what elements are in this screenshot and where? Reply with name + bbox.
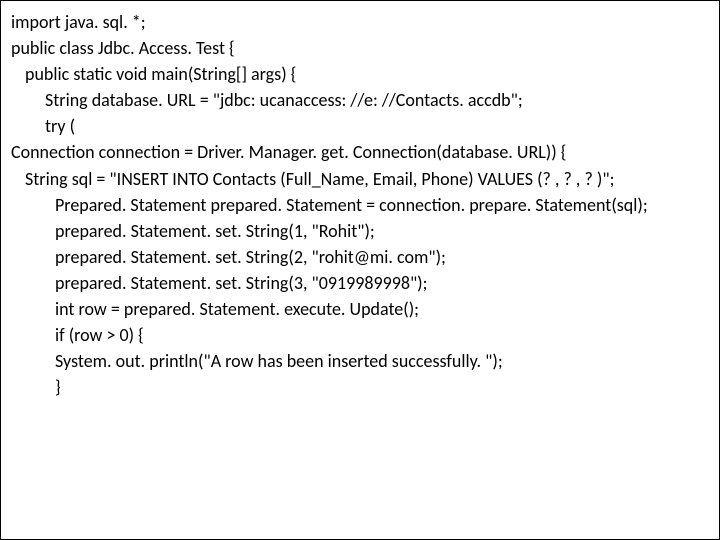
code-line: public class Jdbc. Access. Test {	[11, 35, 709, 61]
code-line: int row = prepared. Statement. execute. …	[11, 296, 709, 322]
code-line: Prepared. Statement prepared. Statement …	[11, 192, 709, 218]
code-line: String database. URL = "jdbc: ucanaccess…	[11, 87, 709, 113]
code-line: prepared. Statement. set. String(1, "Roh…	[11, 218, 709, 244]
code-line: prepared. Statement. set. String(2, "roh…	[11, 244, 709, 270]
code-line: prepared. Statement. set. String(3, "091…	[11, 270, 709, 296]
code-line: Connection connection = Driver. Manager.…	[11, 139, 709, 165]
code-slide: import java. sql. *; public class Jdbc. …	[0, 0, 720, 540]
code-line: import java. sql. *;	[11, 9, 709, 35]
code-line: try (	[11, 113, 709, 139]
code-line: System. out. println("A row has been ins…	[11, 348, 709, 374]
code-line: public static void main(String[] args) {	[11, 61, 709, 87]
code-line: String sql = "INSERT INTO Contacts (Full…	[11, 166, 709, 192]
code-line: }	[11, 374, 709, 400]
code-line: if (row > 0) {	[11, 322, 709, 348]
